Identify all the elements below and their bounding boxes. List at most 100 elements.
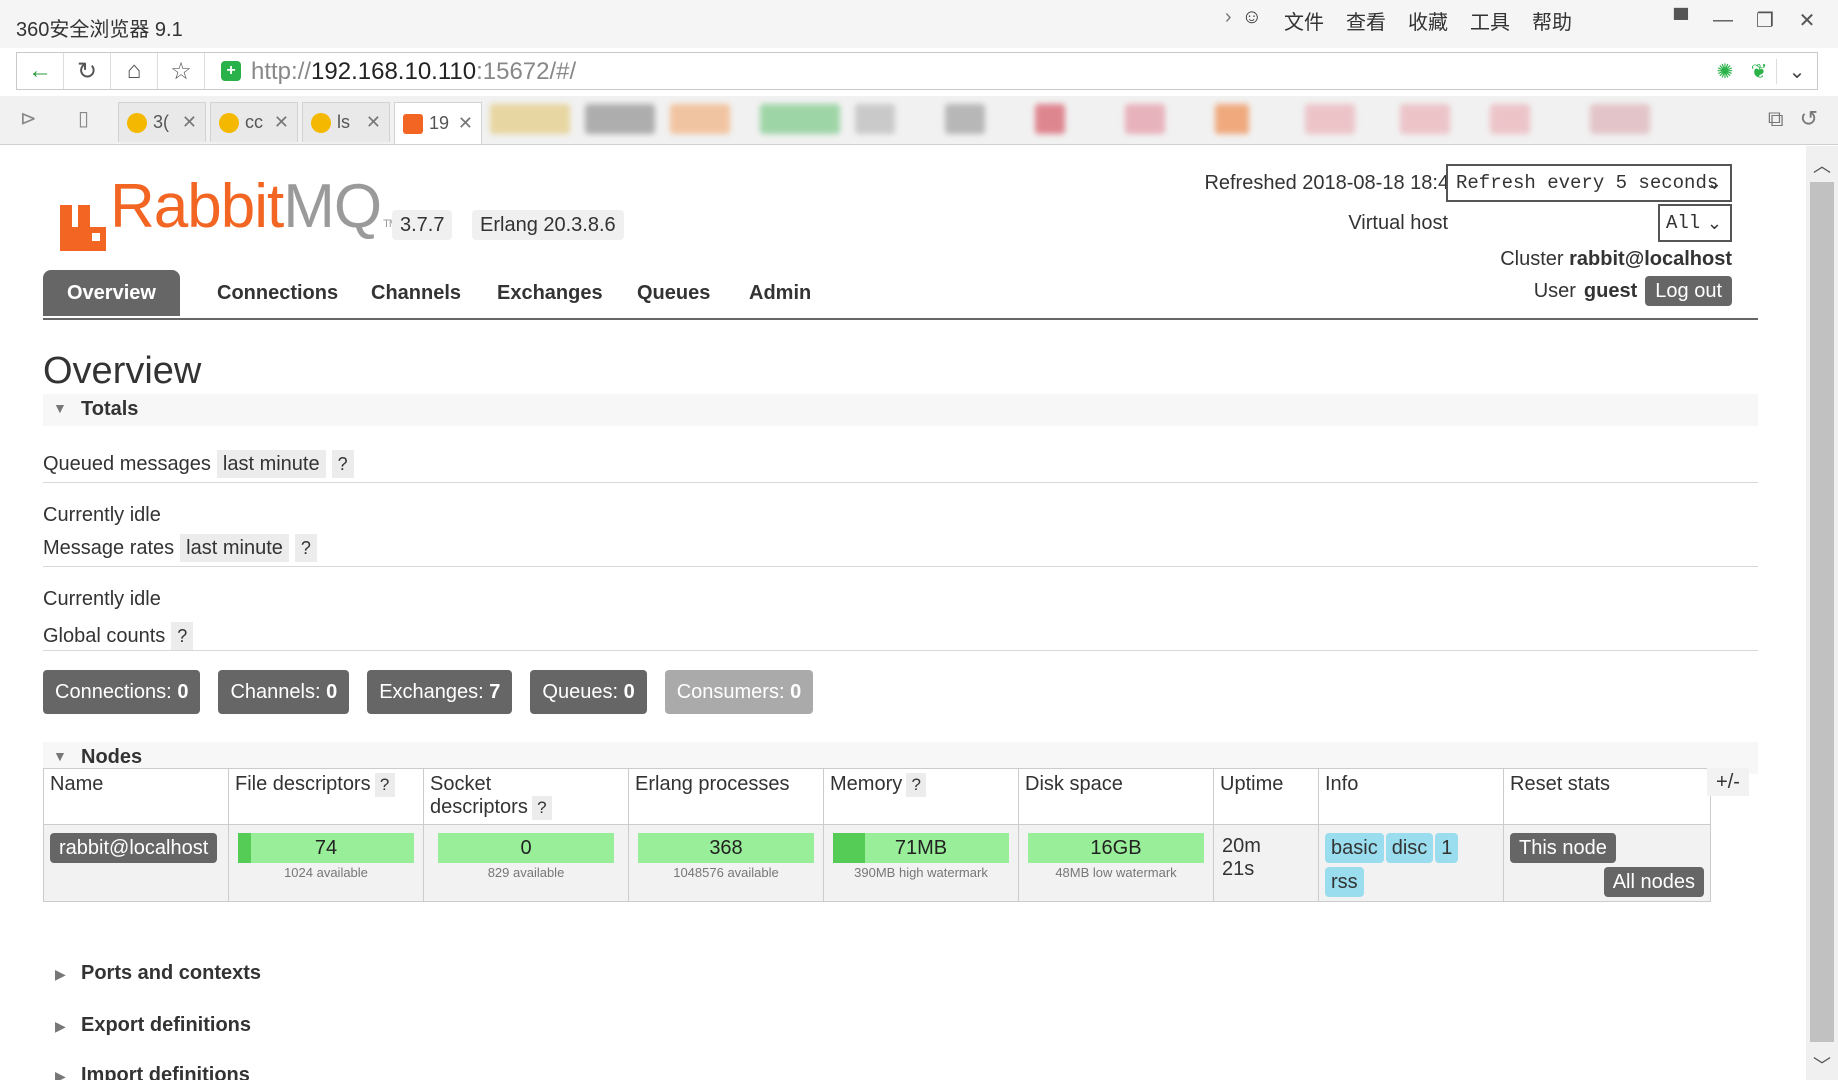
home-button[interactable]: ⌂ xyxy=(111,53,158,89)
totals-section-header[interactable]: ▼ Totals xyxy=(43,394,1758,426)
chevron-down-icon: ⌄ xyxy=(1706,173,1722,193)
scroll-up-icon[interactable]: ︿ xyxy=(1806,152,1838,176)
bar-subtext: 829 available xyxy=(487,865,565,880)
info-cell: basic disc 1 rss xyxy=(1318,824,1504,902)
blurred-tab[interactable] xyxy=(1215,104,1249,134)
menu-file[interactable]: 文件 xyxy=(1284,6,1324,35)
blurred-tab[interactable] xyxy=(1490,104,1530,134)
tab-connections[interactable]: Connections xyxy=(193,270,362,316)
tab-channels[interactable]: Channels xyxy=(347,270,485,316)
help-icon[interactable]: ? xyxy=(171,622,194,650)
blurred-tab[interactable] xyxy=(490,104,570,134)
vertical-scrollbar[interactable]: ︿ ﹀ xyxy=(1806,146,1838,1080)
count-label: Consumers: xyxy=(676,681,785,703)
tab-close-icon[interactable]: ✕ xyxy=(182,112,197,133)
main-nav: Overview Connections Channels Exchanges … xyxy=(43,270,1758,320)
url-host: 192.168.10.110 xyxy=(311,58,477,85)
favorite-star-button[interactable]: ☆ xyxy=(158,53,205,89)
menu-view[interactable]: 查看 xyxy=(1346,6,1386,35)
blurred-tab[interactable] xyxy=(855,104,895,134)
blurred-tab[interactable] xyxy=(1590,104,1650,134)
rabbitmq-logo[interactable]: RabbitMQ TM xyxy=(60,176,398,251)
erlang-processes-bar: 368 xyxy=(638,833,814,863)
mobile-icon[interactable]: ▯ xyxy=(78,106,89,131)
ports-section-header[interactable]: ▶ Ports and contexts xyxy=(43,962,261,985)
restore-icon[interactable]: ❐ xyxy=(1744,4,1786,36)
refresh-interval-select[interactable]: Refresh every 5 seconds ⌄ xyxy=(1446,164,1732,202)
tab-admin[interactable]: Admin xyxy=(725,270,835,316)
speed-icon[interactable]: ✺ xyxy=(1708,59,1742,84)
count-value: 0 xyxy=(326,681,338,703)
tab-list-icon[interactable]: ⧉ xyxy=(1768,106,1784,132)
blurred-tab[interactable] xyxy=(1305,104,1355,134)
undo-close-icon[interactable]: ↺ xyxy=(1800,106,1818,132)
section-title: Import definitions xyxy=(81,1064,250,1080)
help-icon[interactable]: ? xyxy=(906,773,927,797)
nodes-table-header: Name File descriptors? Socket descriptors… xyxy=(43,768,1711,825)
column-toggle-button[interactable]: +/- xyxy=(1707,768,1749,796)
blurred-tab[interactable] xyxy=(1125,104,1165,134)
import-section-header[interactable]: ▶ Import definitions xyxy=(43,1064,250,1080)
scroll-down-icon[interactable]: ﹀ xyxy=(1806,1052,1838,1076)
queues-count-button[interactable]: Queues: 0 xyxy=(530,670,647,714)
queued-messages-row: Queued messages last minute ? xyxy=(43,450,354,478)
browser-tab[interactable]: ls ✕ xyxy=(302,102,390,142)
browser-tab[interactable]: cc ✕ xyxy=(210,102,298,142)
user-icon[interactable]: ☺ xyxy=(1242,6,1262,35)
tab-exchanges[interactable]: Exchanges xyxy=(473,270,627,316)
blurred-tab[interactable] xyxy=(760,104,840,134)
help-icon[interactable]: ? xyxy=(331,450,354,478)
skin-icon[interactable]: ▀ xyxy=(1660,4,1702,36)
export-section-header[interactable]: ▶ Export definitions xyxy=(43,1014,251,1037)
channels-count-button[interactable]: Channels: 0 xyxy=(218,670,350,714)
scrollbar-thumb[interactable] xyxy=(1810,182,1834,1042)
reset-all-nodes-button[interactable]: All nodes xyxy=(1603,867,1704,897)
disk-space-bar: 16GB xyxy=(1028,833,1204,863)
blurred-tab[interactable] xyxy=(670,104,730,134)
reload-button[interactable]: ↻ xyxy=(64,53,111,89)
help-icon[interactable]: ? xyxy=(531,796,552,820)
cluster-label: Cluster xyxy=(1500,248,1564,270)
tab-close-icon[interactable]: ✕ xyxy=(458,113,473,134)
blurred-tab[interactable] xyxy=(1400,104,1450,134)
tab-overview[interactable]: Overview xyxy=(43,270,180,316)
browser-tab[interactable]: 3( ✕ xyxy=(118,102,206,142)
queued-range-selector[interactable]: last minute xyxy=(216,450,326,478)
url-input[interactable]: http://192.168.10.110:15672/#/ xyxy=(251,58,576,86)
menu-favorites[interactable]: 收藏 xyxy=(1408,6,1448,35)
version-badge: 3.7.7 xyxy=(392,210,453,240)
tab-close-icon[interactable]: ✕ xyxy=(274,112,289,133)
nodes-table: Name File descriptors? Socket descriptors… xyxy=(43,768,1711,902)
help-icon[interactable]: ? xyxy=(374,773,395,797)
back-button[interactable]: ← xyxy=(17,53,64,89)
blurred-tab[interactable] xyxy=(945,104,985,134)
sidebar-toggle-icon[interactable]: ⊳ xyxy=(20,106,37,131)
tab-label: 3( xyxy=(153,112,170,132)
menu-tools[interactable]: 工具 xyxy=(1470,6,1510,35)
help-icon[interactable]: ? xyxy=(294,534,317,562)
menu-help[interactable]: 帮助 xyxy=(1532,6,1572,35)
node-link[interactable]: rabbit@localhost xyxy=(50,833,218,863)
queued-idle-text: Currently idle xyxy=(43,504,161,526)
close-icon[interactable]: ✕ xyxy=(1786,4,1828,36)
socket-descriptors-cell: 0 829 available xyxy=(423,824,629,902)
virtual-host-select[interactable]: All ⌄ xyxy=(1658,204,1732,242)
reset-this-node-button[interactable]: This node xyxy=(1510,833,1616,863)
cluster-value: rabbit@localhost xyxy=(1569,248,1732,270)
minimize-icon[interactable]: — xyxy=(1702,4,1744,36)
blurred-tab[interactable] xyxy=(585,104,655,134)
chevron-down-icon[interactable]: ⌄ xyxy=(1776,58,1817,84)
chevron-right-icon[interactable]: › xyxy=(1225,6,1232,35)
count-value: 7 xyxy=(489,681,501,703)
consumers-count-button[interactable]: Consumers: 0 xyxy=(664,670,814,714)
browser-tab-active[interactable]: 19 ✕ xyxy=(394,102,482,144)
tab-queues[interactable]: Queues xyxy=(613,270,734,316)
exchanges-count-button[interactable]: Exchanges: 7 xyxy=(367,670,513,714)
leaf-icon[interactable]: ❦ xyxy=(1742,59,1776,84)
connections-count-button[interactable]: Connections: 0 xyxy=(43,670,201,714)
address-bar-right: ✺ ❦ ⌄ xyxy=(1708,53,1817,89)
nodes-title: Nodes xyxy=(81,746,143,768)
rates-range-selector[interactable]: last minute xyxy=(180,534,289,562)
tab-close-icon[interactable]: ✕ xyxy=(366,112,381,133)
blurred-tab[interactable] xyxy=(1035,104,1065,134)
